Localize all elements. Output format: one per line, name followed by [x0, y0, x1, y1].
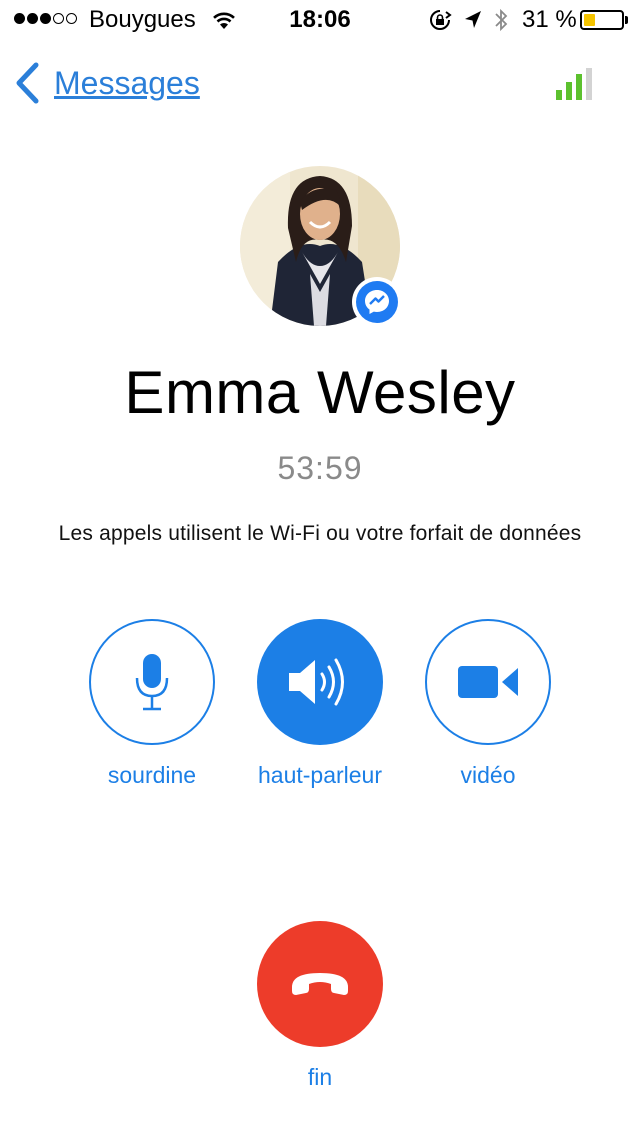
video-camera-icon — [458, 666, 518, 698]
bluetooth-icon — [495, 8, 508, 32]
signal-quality-icon[interactable] — [556, 68, 592, 100]
microphone-icon — [135, 654, 169, 711]
end-call-button[interactable] — [257, 921, 383, 1047]
video-button[interactable] — [425, 619, 551, 745]
mute-label: sourdine — [107, 762, 197, 788]
speaker-label: haut-parleur — [257, 762, 383, 788]
hang-up-icon — [292, 973, 348, 995]
messenger-badge — [352, 277, 402, 327]
rotation-lock-icon — [430, 10, 452, 30]
mute-button[interactable] — [89, 619, 215, 745]
back-button-label: Messages — [54, 64, 200, 101]
contact-name: Emma Wesley — [124, 359, 516, 426]
back-button[interactable]: Messages — [14, 62, 200, 104]
speaker-icon — [289, 658, 344, 706]
speaker-button[interactable] — [257, 619, 383, 745]
messenger-icon — [365, 290, 389, 314]
battery-tip — [625, 16, 628, 24]
end-call-label: fin — [307, 1064, 333, 1090]
call-info-text: Les appels utilisent le Wi-Fi ou votre f… — [58, 522, 582, 545]
video-label: vidéo — [460, 762, 516, 788]
location-arrow-icon — [465, 11, 481, 28]
chevron-left-icon — [16, 62, 39, 104]
call-duration: 53:59 — [277, 450, 363, 486]
battery-icon — [580, 10, 624, 30]
status-bar: Bouygues 18:06 31 % — [0, 0, 640, 40]
battery-percent: 31 % — [522, 6, 577, 33]
